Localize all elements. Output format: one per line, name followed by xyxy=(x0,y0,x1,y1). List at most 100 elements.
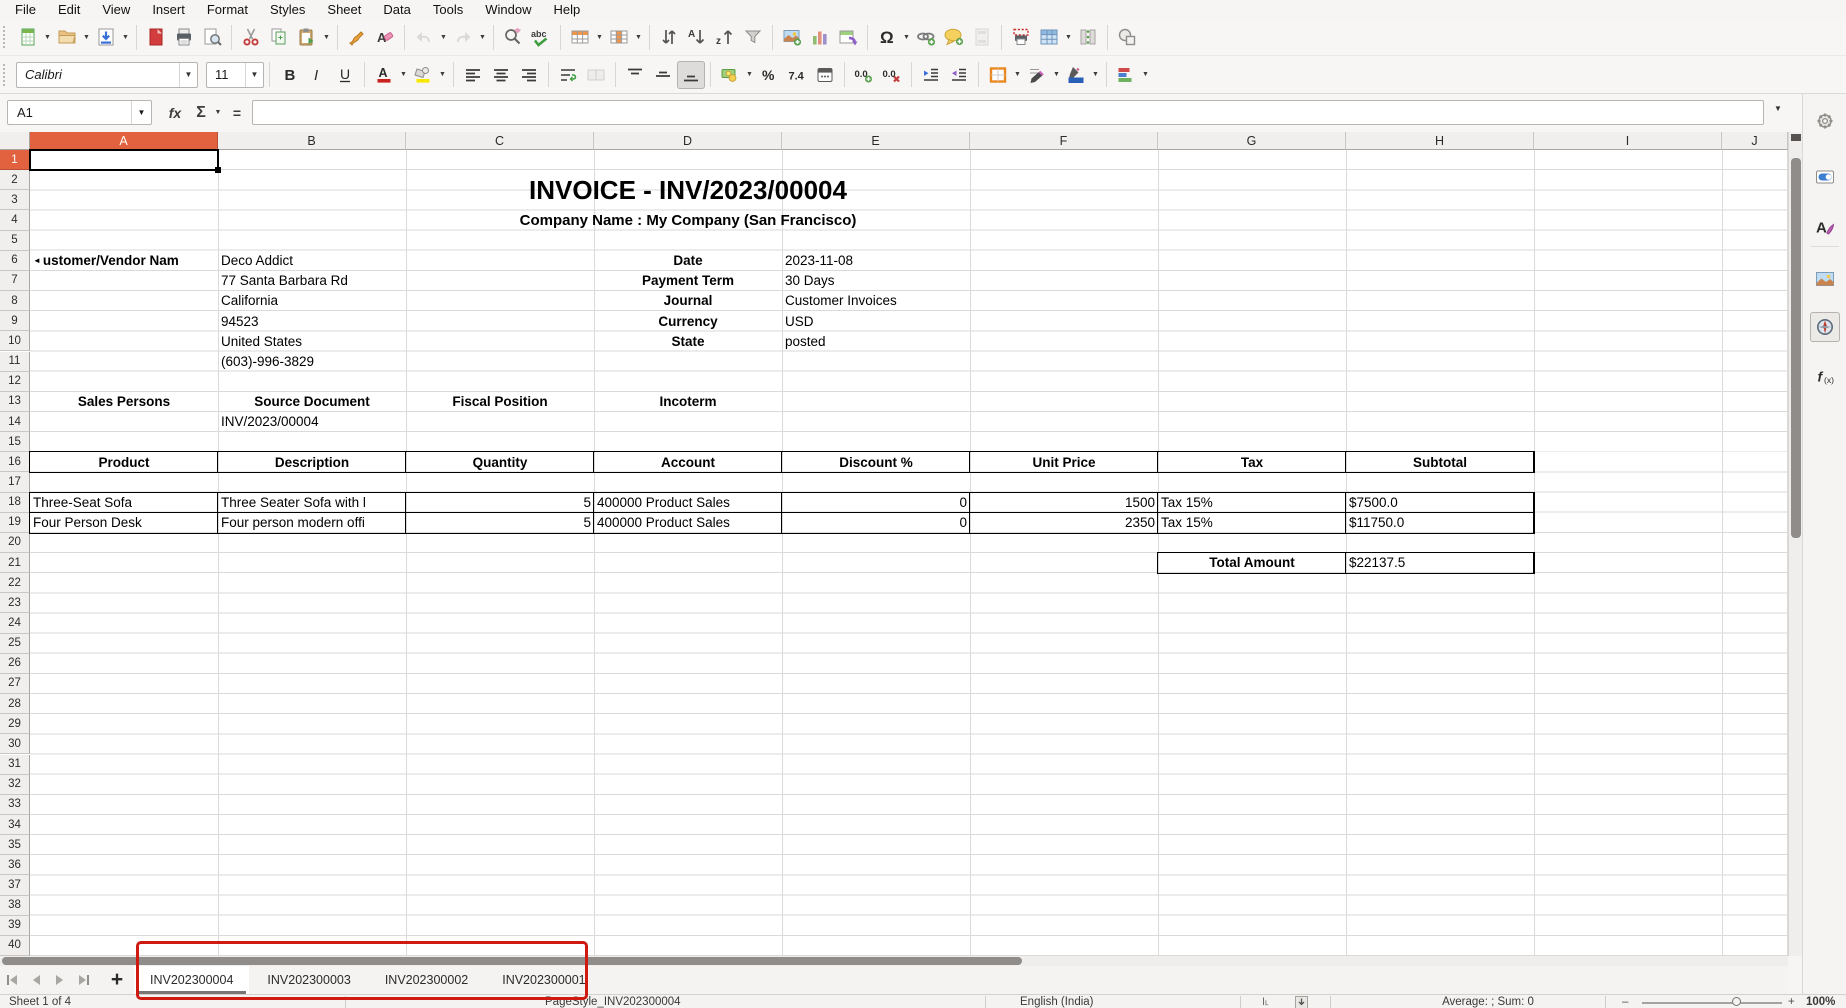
split-window-button[interactable] xyxy=(1074,23,1102,51)
functions-icon[interactable]: f(x) xyxy=(1810,362,1840,392)
row-header-1[interactable]: 1 xyxy=(0,150,30,170)
increase-indent-button[interactable] xyxy=(917,61,945,89)
cell-E16[interactable]: Discount % xyxy=(782,452,970,472)
horizontal-scrollbar-thumb[interactable] xyxy=(2,957,1022,965)
row-header-36[interactable]: 36 xyxy=(0,855,30,875)
copy-button[interactable] xyxy=(265,23,293,51)
vertical-split-handle[interactable] xyxy=(1791,134,1801,141)
row-header-2[interactable]: 2 xyxy=(0,170,30,190)
print-area-button[interactable] xyxy=(1007,23,1035,51)
row-header-3[interactable]: 3 xyxy=(0,190,30,210)
save-button[interactable] xyxy=(92,23,120,51)
row-header-32[interactable]: 32 xyxy=(0,775,30,795)
menu-sheet[interactable]: Sheet xyxy=(316,1,372,18)
freeze-panes-dropdown[interactable]: ▼ xyxy=(1063,23,1074,51)
cell-B16[interactable]: Description xyxy=(218,452,406,472)
sort-descending-button[interactable]: z xyxy=(711,23,739,51)
hyperlink-button[interactable] xyxy=(912,23,940,51)
row-header-13[interactable]: 13 xyxy=(0,392,30,412)
open-folder-dropdown[interactable]: ▼ xyxy=(81,23,92,51)
zoom-slider[interactable] xyxy=(1642,1002,1782,1004)
percent-button[interactable]: % xyxy=(755,61,783,89)
row-header-16[interactable]: 16 xyxy=(0,452,30,472)
open-folder-button[interactable] xyxy=(53,23,81,51)
number-format-button[interactable]: 7.4 xyxy=(783,61,811,89)
align-center-button[interactable] xyxy=(487,61,515,89)
cell-B19[interactable]: Four person modern offi xyxy=(218,513,406,533)
date-format-button[interactable] xyxy=(811,61,839,89)
zoom-out-button[interactable]: – xyxy=(1622,995,1628,1008)
cell-B14[interactable]: INV/2023/00004 xyxy=(218,412,406,432)
align-left-button[interactable] xyxy=(459,61,487,89)
select-all-corner[interactable] xyxy=(0,132,30,150)
cell-D13[interactable]: Incoterm xyxy=(594,392,782,412)
cell-D9[interactable]: Currency xyxy=(594,311,782,331)
row-header-40[interactable]: 40 xyxy=(0,936,30,956)
cell-B13[interactable]: Source Document xyxy=(218,392,406,412)
row-header-10[interactable]: 10 xyxy=(0,331,30,351)
cell-B6[interactable]: Deco Addict xyxy=(218,251,406,271)
insert-row-dropdown[interactable]: ▼ xyxy=(594,23,605,51)
selection-mode-icon[interactable]: I˪ xyxy=(1262,995,1269,1008)
menu-format[interactable]: Format xyxy=(196,1,259,18)
borders-button[interactable] xyxy=(984,61,1012,89)
currency-button[interactable] xyxy=(716,61,744,89)
new-spreadsheet-dropdown[interactable]: ▼ xyxy=(42,23,53,51)
menu-window[interactable]: Window xyxy=(474,1,542,18)
row-header-9[interactable]: 9 xyxy=(0,311,30,331)
valign-top-button[interactable] xyxy=(621,61,649,89)
font-size-combo[interactable]: 11 ▼ xyxy=(206,62,264,88)
paste-button[interactable] xyxy=(293,23,321,51)
border-color-dropdown[interactable]: ▼ xyxy=(1090,61,1101,89)
cell-G21[interactable]: Total Amount xyxy=(1158,553,1346,573)
column-header-F[interactable]: F xyxy=(970,132,1158,150)
properties-icon[interactable] xyxy=(1810,162,1840,192)
insert-column-dropdown[interactable]: ▼ xyxy=(633,23,644,51)
font-color-button[interactable]: A xyxy=(370,61,398,89)
insert-row-button[interactable] xyxy=(566,23,594,51)
menu-styles[interactable]: Styles xyxy=(259,1,316,18)
row-header-28[interactable]: 28 xyxy=(0,694,30,714)
cell-F19[interactable]: 2350 xyxy=(970,513,1158,533)
cell-C13[interactable]: Fiscal Position xyxy=(406,392,594,412)
cut-button[interactable] xyxy=(237,23,265,51)
vertical-scrollbar-thumb[interactable] xyxy=(1791,158,1801,538)
spelling-button[interactable]: abc xyxy=(527,23,555,51)
sheet-tab-inv202300001[interactable]: INV202300001 xyxy=(486,966,601,994)
row-header-7[interactable]: 7 xyxy=(0,271,30,291)
cell-B10[interactable]: United States xyxy=(218,331,406,351)
row-header-30[interactable]: 30 xyxy=(0,734,30,754)
comment-button[interactable] xyxy=(940,23,968,51)
save-dropdown[interactable]: ▼ xyxy=(120,23,131,51)
row-header-21[interactable]: 21 xyxy=(0,553,30,573)
row-header-25[interactable]: 25 xyxy=(0,634,30,654)
cell-C16[interactable]: Quantity xyxy=(406,452,594,472)
redo-button[interactable] xyxy=(449,23,477,51)
menu-edit[interactable]: Edit xyxy=(47,1,91,18)
cell-F18[interactable]: 1500 xyxy=(970,493,1158,513)
row-header-18[interactable]: 18 xyxy=(0,493,30,513)
row-header-37[interactable]: 37 xyxy=(0,875,30,895)
column-header-G[interactable]: G xyxy=(1158,132,1346,150)
last-sheet-button[interactable] xyxy=(72,966,96,994)
row-header-6[interactable]: 6 xyxy=(0,251,30,271)
cell-F16[interactable]: Unit Price xyxy=(970,452,1158,472)
cell-D19[interactable]: 400000 Product Sales xyxy=(594,513,782,533)
insert-chart-button[interactable] xyxy=(806,23,834,51)
row-header-38[interactable]: 38 xyxy=(0,896,30,916)
menu-data[interactable]: Data xyxy=(372,1,421,18)
zoom-slider-handle[interactable] xyxy=(1732,997,1741,1006)
font-name-combo[interactable]: Calibri ▼ xyxy=(16,62,198,88)
borders-dropdown[interactable]: ▼ xyxy=(1012,61,1023,89)
merge-cells-button[interactable] xyxy=(582,61,610,89)
italic-button[interactable]: I xyxy=(303,61,331,89)
autofilter-button[interactable] xyxy=(739,23,767,51)
cell-D6[interactable]: Date xyxy=(594,251,782,271)
row-header-23[interactable]: 23 xyxy=(0,593,30,613)
cell-B2[interactable]: INVOICE - INV/2023/00004 xyxy=(218,170,1158,210)
freeze-panes-button[interactable] xyxy=(1035,23,1063,51)
sheet-tab-inv202300002[interactable]: INV202300002 xyxy=(369,966,484,994)
cell-D16[interactable]: Account xyxy=(594,452,782,472)
cell-B18[interactable]: Three Seater Sofa with l xyxy=(218,493,406,513)
cell-A16[interactable]: Product xyxy=(30,452,218,472)
